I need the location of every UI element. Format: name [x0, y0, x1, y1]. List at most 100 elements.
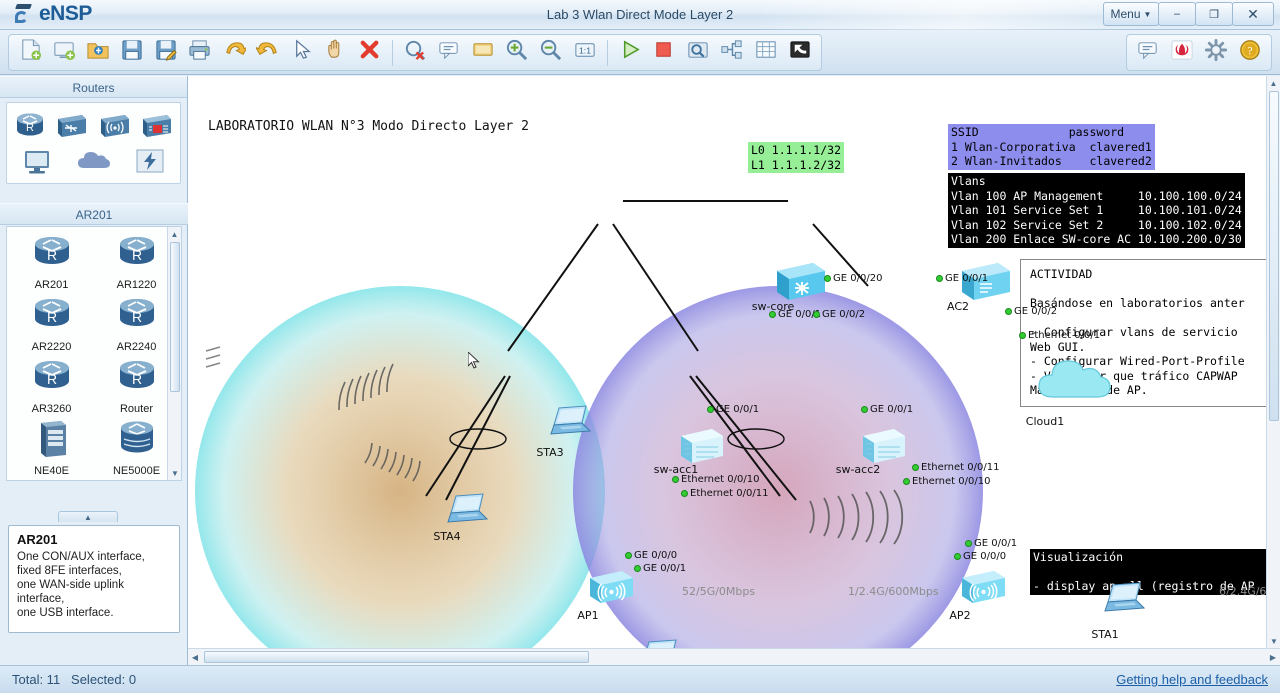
print-button[interactable] [184, 37, 216, 68]
new-device-button[interactable] [48, 37, 80, 68]
save-as-icon [154, 38, 178, 67]
device-label-sta3: STA3 [520, 446, 580, 459]
topology-canvas[interactable]: LABORATORIO WLAN N°3 Modo Directo Layer … [188, 76, 1266, 648]
interface-display-button[interactable] [784, 37, 816, 68]
delete-button[interactable] [354, 37, 386, 68]
save-as-button[interactable] [150, 37, 182, 68]
laptop-icon [546, 427, 594, 444]
minimize-button[interactable]: – [1158, 2, 1196, 26]
zoom-reset-1to1-icon: 1:1 [573, 38, 597, 67]
add-shape-button[interactable] [467, 37, 499, 68]
device-panel: Routers R [0, 76, 188, 665]
device-class-firewall[interactable] [138, 109, 176, 141]
topology-canvas-area[interactable]: LABORATORIO WLAN N°3 Modo Directo Layer … [188, 76, 1280, 665]
interface-label: GE 0/0/2 [822, 309, 865, 320]
device-model-ar3260[interactable]: RAR3260 [9, 357, 94, 415]
canvas-horizontal-scrollbar[interactable]: ◀ ▶ [188, 648, 1280, 665]
save-button[interactable] [116, 37, 148, 68]
new-topology-button[interactable] [14, 37, 46, 68]
status-counts: Total: 11 Selected: 0 [12, 666, 136, 693]
scroll-thumb[interactable] [170, 242, 180, 392]
router-icon: R [113, 357, 161, 402]
select-tool-button[interactable] [286, 37, 318, 68]
rectangle-shape-icon [471, 38, 495, 67]
open-folder-icon [86, 38, 110, 67]
loopback-note[interactable]: L0 1.1.1.1/32 L1 1.1.1.2/32 [748, 142, 844, 173]
device-label-ac2: AC2 [928, 300, 988, 313]
redo-button[interactable] [252, 37, 284, 68]
device-class-wlan[interactable] [96, 109, 134, 141]
topology-tree-button[interactable] [716, 37, 748, 68]
link-status-dot [625, 552, 632, 559]
device-label-ap2: AP2 [930, 609, 990, 622]
link-status-dot [903, 478, 910, 485]
zoom-out-button[interactable] [535, 37, 567, 68]
canvas-vertical-scrollbar[interactable]: ▲ ▼ [1266, 76, 1280, 648]
toolbar-left-group: 1:1 [8, 34, 822, 71]
delete-link-button[interactable] [399, 37, 431, 68]
mouse-cursor-icon [468, 352, 480, 370]
capture-button[interactable] [682, 37, 714, 68]
help-feedback-link[interactable]: Getting help and feedback [1116, 666, 1268, 693]
restore-icon: ❐ [1209, 8, 1219, 21]
reset-zoom-button[interactable]: 1:1 [569, 37, 601, 68]
new-document-icon [18, 38, 42, 67]
start-devices-button[interactable] [614, 37, 646, 68]
device-sta3[interactable] [546, 404, 594, 445]
device-ap1[interactable] [586, 566, 638, 613]
restore-button[interactable]: ❐ [1195, 2, 1233, 26]
router-icon: R [28, 295, 76, 340]
svg-text:R: R [26, 122, 34, 134]
canvas-scroll-right-icon[interactable]: ▶ [1266, 649, 1280, 665]
menu-button-label: Menu [1111, 7, 1141, 21]
ap1-coverage-circle [195, 286, 605, 648]
help-button[interactable]: ? [1234, 37, 1266, 68]
vlans-note[interactable]: Vlans Vlan 100 AP Management 10.100.100.… [948, 173, 1245, 248]
device-sta1[interactable] [1100, 581, 1148, 622]
device-class-connections[interactable] [131, 145, 169, 177]
interface-label: GE 0/0/20 [833, 273, 882, 284]
cloud-icon [1033, 392, 1113, 409]
ssid-note[interactable]: SSID password 1 Wlan-Corporativa clavere… [948, 124, 1155, 170]
interface-label: GE 0/0/2 [1014, 306, 1057, 317]
model-list-scrollbar[interactable]: ▲ ▼ [167, 227, 181, 480]
device-class-router[interactable]: R [11, 109, 49, 141]
device-model-ar201[interactable]: RAR201 [9, 233, 94, 291]
canvas-scroll-down-icon[interactable]: ▼ [1267, 634, 1280, 648]
canvas-scroll-left-icon[interactable]: ◀ [188, 649, 202, 665]
device-model-label: NE40E [34, 465, 69, 477]
device-class-switch[interactable] [53, 109, 91, 141]
device-model-ar2220[interactable]: RAR2220 [9, 295, 94, 353]
menu-button[interactable]: Menu ▼ [1103, 2, 1159, 26]
feedback-button[interactable] [1132, 37, 1164, 68]
close-button[interactable]: ✕ [1232, 2, 1274, 26]
ne-barrel-icon [113, 419, 161, 464]
scroll-up-icon[interactable]: ▲ [168, 227, 181, 241]
interface-label: Ethernet 0/0/1 [1028, 330, 1100, 341]
link-status-dot [912, 464, 919, 471]
settings-button[interactable] [1200, 37, 1232, 68]
scroll-down-icon[interactable]: ▼ [168, 466, 182, 480]
pan-tool-button[interactable] [320, 37, 352, 68]
device-model-ne40e[interactable]: NE40E [9, 419, 94, 477]
stop-devices-button[interactable] [648, 37, 680, 68]
add-note-button[interactable] [433, 37, 465, 68]
device-class-endpoint[interactable] [18, 145, 56, 177]
zoom-in-button[interactable] [501, 37, 533, 68]
device-class-cloud[interactable] [74, 145, 112, 177]
canvas-scroll-up-icon[interactable]: ▲ [1267, 76, 1280, 90]
device-cloud1[interactable] [1033, 351, 1113, 410]
canvas-hscroll-thumb[interactable] [204, 651, 589, 663]
comment-balloon-icon [1136, 38, 1160, 67]
undo-button[interactable] [218, 37, 250, 68]
open-button[interactable] [82, 37, 114, 68]
device-description-box: AR201 One CON/AUX interface, fixed 8FE i… [8, 525, 180, 633]
grid-button[interactable] [750, 37, 782, 68]
device-class-row-1: R [9, 107, 178, 143]
toolbar-separator [607, 40, 608, 66]
huawei-button[interactable] [1166, 37, 1198, 68]
panel-collapse-toggle[interactable]: ▲ [58, 511, 118, 522]
device-sta4[interactable] [443, 492, 491, 533]
canvas-vscroll-thumb[interactable] [1269, 91, 1279, 421]
device-ap2[interactable] [958, 566, 1010, 613]
